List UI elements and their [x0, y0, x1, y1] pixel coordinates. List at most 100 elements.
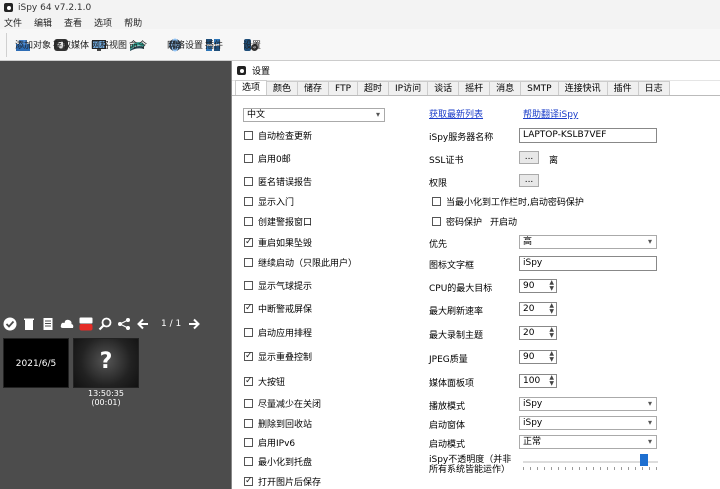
checkbox[interactable] — [244, 217, 253, 226]
checkbox-big-buttons[interactable]: ✓ 大按钮 — [244, 375, 285, 388]
startup-mode-select[interactable]: 正常 ▾ — [519, 435, 657, 449]
playback-mode-select[interactable]: iSpy ▾ — [519, 397, 657, 411]
tab-joystick[interactable]: 摇杆 — [458, 81, 491, 95]
tab-colors[interactable]: 颜色 — [266, 81, 299, 95]
checkbox[interactable] — [244, 177, 253, 186]
checkbox-password-on-minimize[interactable]: 当最小化到工作栏时,启动密码保护 — [432, 195, 584, 208]
checkbox-checked[interactable]: ✓ — [244, 352, 253, 361]
get-latest-list-link[interactable]: 获取最新列表 — [429, 107, 483, 120]
checkbox[interactable] — [244, 328, 253, 337]
checkbox[interactable] — [432, 217, 441, 226]
checkbox-checked[interactable]: ✓ — [244, 377, 253, 386]
spinner-arrows-icon[interactable]: ▲ ▼ — [549, 351, 554, 363]
tab-connection-alerts[interactable]: 连接快讯 — [557, 81, 608, 95]
menu-edit[interactable]: 编辑 — [34, 16, 52, 29]
tab-storage[interactable]: 储存 — [297, 81, 330, 95]
checkbox[interactable] — [244, 399, 253, 408]
opacity-slider[interactable] — [523, 454, 658, 470]
checkbox[interactable] — [244, 258, 253, 267]
tab-plugins[interactable]: 插件 — [606, 81, 639, 95]
checkbox-delete-to-recycle[interactable]: 删除到回收站 — [244, 417, 312, 430]
checkbox[interactable] — [244, 419, 253, 428]
menu-help[interactable]: 帮助 — [124, 16, 142, 29]
checkbox-auto-update[interactable]: 自动检查更新 — [244, 129, 312, 142]
tray-text-field[interactable]: iSpy — [519, 256, 657, 271]
slider-thumb[interactable] — [640, 454, 648, 466]
tab-smtp[interactable]: SMTP — [520, 81, 559, 95]
checkbox-checked[interactable]: ✓ — [244, 238, 253, 247]
checkbox-password-protect[interactable]: 密码保护 开启动 — [432, 215, 517, 228]
title-bar: iSpy 64 v7.2.1.0 — [0, 0, 720, 15]
checkbox-enable-ipv6[interactable]: 启用IPv6 — [244, 436, 295, 449]
check-circle-icon[interactable] — [3, 317, 17, 331]
ssl-browse-button[interactable]: ... — [519, 151, 539, 164]
search-icon[interactable] — [98, 317, 112, 331]
media-thumbnail[interactable]: 2021/6/5 — [3, 338, 69, 388]
checkbox-checked[interactable]: ✓ — [244, 304, 253, 313]
tab-ftp[interactable]: FTP — [328, 81, 358, 95]
menu-options[interactable]: 选项 — [94, 16, 112, 29]
spinner-arrows-icon[interactable]: ▲ ▼ — [549, 327, 554, 339]
checkbox-show-getting-started[interactable]: 显示入门 — [244, 195, 294, 208]
checkbox[interactable] — [432, 197, 441, 206]
settings-button[interactable]: 设置 — [235, 29, 273, 61]
tab-logs[interactable]: 日志 — [637, 81, 670, 95]
checkbox-balloon-tips[interactable]: 显示气球提示 — [244, 279, 312, 292]
checkbox[interactable] — [244, 281, 253, 290]
media-thumbnail-unknown[interactable]: ? — [73, 338, 139, 388]
checkbox-enable-mail[interactable]: 启用0邮 — [244, 152, 291, 165]
permissions-button[interactable]: ... — [519, 174, 539, 187]
checkbox-interrupt-screensaver[interactable]: ✓ 中断警戒屏保 — [244, 302, 312, 315]
checkbox-scheduler[interactable]: 启动应用排程 — [244, 326, 312, 339]
language-select[interactable]: 中文 ▾ — [243, 108, 385, 122]
tab-ip-access[interactable]: IP访问 — [388, 81, 429, 95]
checkbox[interactable] — [244, 197, 253, 206]
dialog-title-bar: 设置 — [232, 61, 720, 81]
document-icon[interactable] — [41, 317, 55, 331]
tab-timeout[interactable]: 超时 — [357, 81, 390, 95]
chevron-down-icon: ▾ — [647, 418, 652, 427]
menu-file[interactable]: 文件 — [4, 16, 22, 29]
media-control-bar: 1 / 1 — [0, 313, 231, 335]
checkbox-continue-startup[interactable]: 继续启动（只限此用户） — [244, 256, 357, 269]
tab-options[interactable]: 选项 — [235, 80, 268, 95]
spinner-arrows-icon[interactable]: ▲ ▼ — [549, 375, 554, 387]
jpeg-quality-label: JPEG质量 — [429, 355, 468, 365]
arrow-right-icon[interactable] — [187, 317, 201, 331]
thumbnail-caption: 13:50:35 (00:01) — [88, 389, 124, 407]
checkbox-anonymous-error[interactable]: 匿名错误报告 — [244, 175, 312, 188]
priority-select[interactable]: 高 ▾ — [519, 235, 657, 249]
checkbox-checked[interactable]: ✓ — [244, 477, 253, 486]
cpu-target-stepper[interactable]: 90 ▲ ▼ — [519, 279, 557, 293]
checkbox-minimize-on-close[interactable]: 尽量减少在关闭 — [244, 397, 321, 410]
add-object-button[interactable]: 添加对象 — [7, 29, 51, 61]
startup-form-select[interactable]: iSpy ▾ — [519, 416, 657, 430]
startup-mode-label: 启动模式 — [429, 440, 466, 450]
media-panel-items-stepper[interactable]: 100 ▲ ▼ — [519, 374, 557, 388]
tab-messages[interactable]: 消息 — [489, 81, 522, 95]
checkbox[interactable] — [244, 438, 253, 447]
checkbox[interactable] — [244, 457, 253, 466]
checkbox-create-alert-window[interactable]: 创建警报窗口 — [244, 215, 312, 228]
jpeg-quality-stepper[interactable]: 90 ▲ ▼ — [519, 350, 557, 364]
help-translate-link[interactable]: 帮助翻译iSpy — [523, 107, 578, 120]
checkbox-minimize-to-tray[interactable]: 最小化到托盘 — [244, 455, 312, 468]
share-icon[interactable] — [117, 317, 131, 331]
tab-talk[interactable]: 谈话 — [427, 81, 460, 95]
network-settings-button[interactable]: 网络设置 — [159, 29, 203, 61]
youtube-icon[interactable] — [79, 317, 93, 331]
server-name-field[interactable]: LAPTOP-KSLB7VEF — [519, 128, 657, 143]
checkbox-open-after-save[interactable]: ✓ 打开图片后保存 — [244, 475, 321, 488]
checkbox-overlay-controls[interactable]: ✓ 显示重叠控制 — [244, 350, 312, 363]
cloud-upload-icon[interactable] — [60, 317, 74, 331]
arrow-left-icon[interactable] — [136, 317, 150, 331]
checkbox-restart-on-crash[interactable]: ✓ 重启如果坠毁 — [244, 236, 312, 249]
spinner-arrows-icon[interactable]: ▲ ▼ — [549, 280, 554, 292]
record-topics-stepper[interactable]: 20 ▲ ▼ — [519, 326, 557, 340]
checkbox[interactable] — [244, 131, 253, 140]
refresh-rate-stepper[interactable]: 20 ▲ ▼ — [519, 302, 557, 316]
checkbox[interactable] — [244, 154, 253, 163]
menu-view[interactable]: 查看 — [64, 16, 82, 29]
trash-icon[interactable] — [22, 317, 36, 331]
spinner-arrows-icon[interactable]: ▲ ▼ — [549, 303, 554, 315]
